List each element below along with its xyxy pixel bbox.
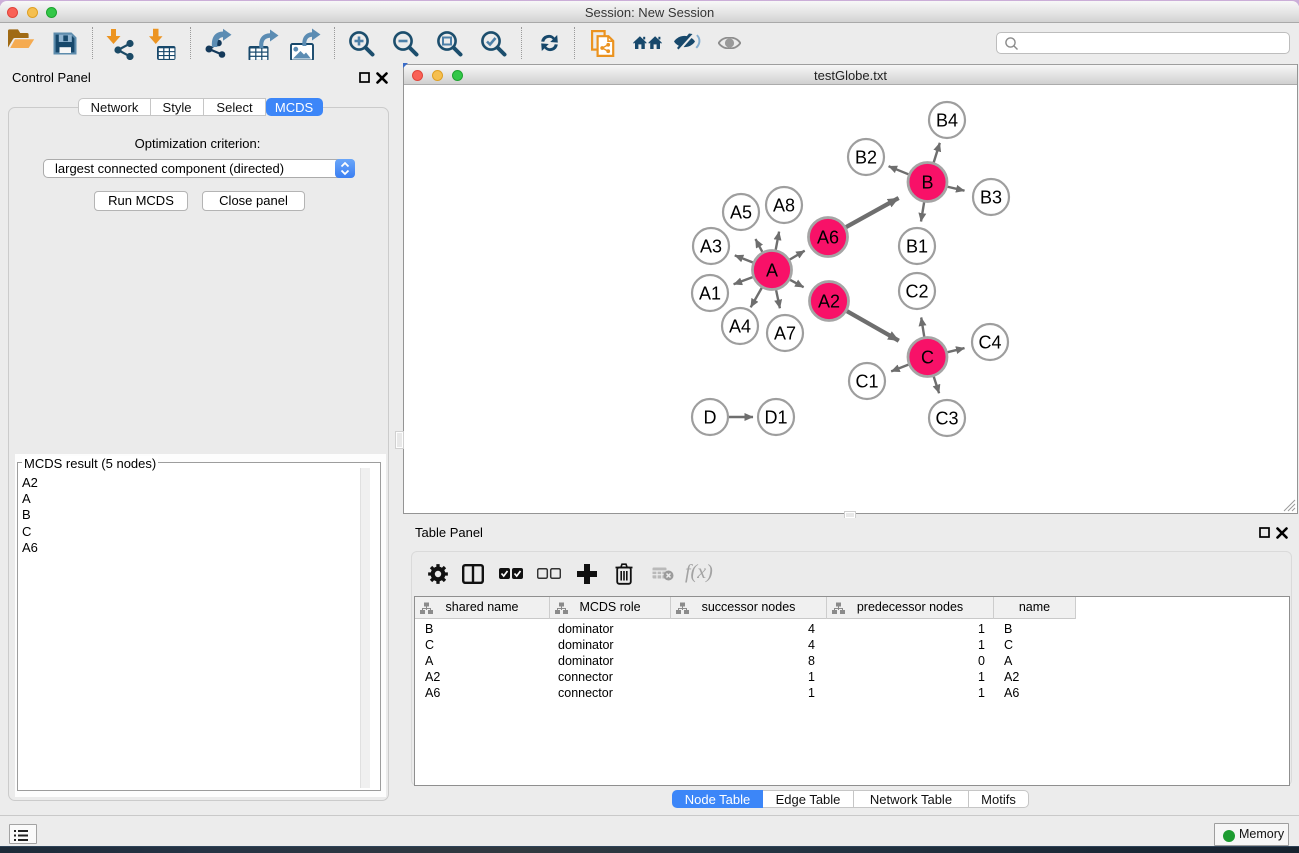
svg-text:A5: A5 <box>730 202 752 222</box>
svg-text:A2: A2 <box>818 291 840 311</box>
svg-text:A3: A3 <box>700 236 722 256</box>
svg-text:C: C <box>921 347 934 367</box>
svg-text:B3: B3 <box>980 187 1002 207</box>
svg-text:C1: C1 <box>855 371 878 391</box>
svg-text:A: A <box>766 260 778 280</box>
svg-text:B1: B1 <box>906 236 928 256</box>
svg-text:A8: A8 <box>773 195 795 215</box>
svg-text:A6: A6 <box>817 227 839 247</box>
svg-text:B: B <box>921 172 933 192</box>
svg-text:C4: C4 <box>978 332 1001 352</box>
svg-text:C3: C3 <box>935 408 958 428</box>
svg-text:A1: A1 <box>699 283 721 303</box>
svg-text:A4: A4 <box>729 316 751 336</box>
svg-text:B4: B4 <box>936 110 958 130</box>
svg-text:D1: D1 <box>764 407 787 427</box>
svg-text:B2: B2 <box>855 147 877 167</box>
svg-text:C2: C2 <box>905 281 928 301</box>
svg-text:A7: A7 <box>774 323 796 343</box>
svg-text:D: D <box>704 407 717 427</box>
